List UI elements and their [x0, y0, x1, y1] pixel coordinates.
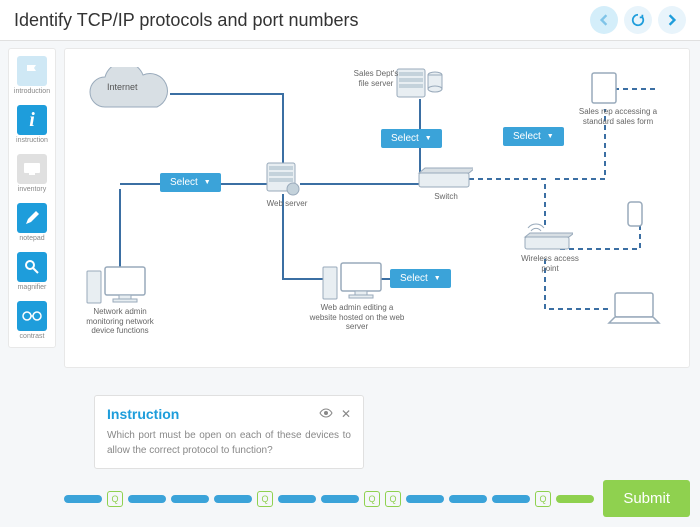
progress-seg[interactable] — [278, 495, 316, 503]
refresh-button[interactable] — [624, 6, 652, 34]
info-icon: i — [17, 105, 47, 135]
progress-seg[interactable] — [128, 495, 166, 503]
page-title: Identify TCP/IP protocols and port numbe… — [14, 10, 359, 31]
netadmin-label: Network admin monitoring network device … — [75, 307, 165, 336]
progress-marker[interactable]: Q — [107, 491, 123, 507]
instruction-panel: Instruction ✕ Which port must be open on… — [94, 395, 364, 469]
webserver-label: Web server — [257, 199, 317, 209]
pencil-icon — [17, 203, 47, 233]
prev-button[interactable] — [590, 6, 618, 34]
nav-controls — [590, 6, 686, 34]
progress-seg-current[interactable] — [556, 495, 594, 503]
webadmin-label: Web admin editing a website hosted on th… — [309, 303, 405, 332]
sidebar: introduction iinstruction inventory note… — [8, 48, 56, 348]
progress-bar: Q Q Q Q Q — [64, 491, 594, 507]
progress-seg[interactable] — [492, 495, 530, 503]
progress-seg[interactable] — [214, 495, 252, 503]
progress-seg[interactable] — [406, 495, 444, 503]
progress-seg[interactable] — [171, 495, 209, 503]
select-2[interactable]: Select — [381, 129, 442, 148]
progress-seg[interactable] — [449, 495, 487, 503]
magnifier-icon — [17, 252, 47, 282]
next-button[interactable] — [658, 6, 686, 34]
select-1[interactable]: Select — [160, 173, 221, 192]
switch-label: Switch — [431, 192, 461, 202]
sidebar-item-introduction[interactable]: introduction — [12, 52, 52, 99]
progress-seg[interactable] — [64, 495, 102, 503]
sidebar-item-instruction[interactable]: iinstruction — [12, 101, 52, 148]
glasses-icon — [17, 301, 47, 331]
sales-server-label: Sales Dept's file server — [348, 69, 404, 88]
submit-button[interactable]: Submit — [603, 480, 690, 517]
progress-marker[interactable]: Q — [385, 491, 401, 507]
sidebar-item-inventory[interactable]: inventory — [12, 150, 52, 197]
select-3[interactable]: Select — [390, 269, 451, 288]
sidebar-item-notepad[interactable]: notepad — [12, 199, 52, 246]
instruction-title: Instruction — [107, 406, 179, 422]
wap-label: Wireless access point — [520, 254, 580, 273]
inventory-icon — [17, 154, 47, 184]
flag-icon — [17, 56, 47, 86]
select-4[interactable]: Select — [503, 127, 564, 146]
instruction-body: Which port must be open on each of these… — [107, 428, 351, 458]
close-icon[interactable]: ✕ — [341, 407, 351, 421]
diagram-canvas: Internet Sales Dept's file server Web se… — [64, 48, 690, 368]
sidebar-item-magnifier[interactable]: magnifier — [12, 248, 52, 295]
internet-label: Internet — [107, 82, 138, 93]
progress-marker[interactable]: Q — [535, 491, 551, 507]
progress-seg[interactable] — [321, 495, 359, 503]
progress-marker[interactable]: Q — [257, 491, 273, 507]
eye-icon[interactable] — [319, 407, 333, 421]
salesrep-label: Sales rep accessing a standard sales for… — [573, 107, 663, 126]
progress-marker[interactable]: Q — [364, 491, 380, 507]
sidebar-item-contrast[interactable]: contrast — [12, 297, 52, 344]
